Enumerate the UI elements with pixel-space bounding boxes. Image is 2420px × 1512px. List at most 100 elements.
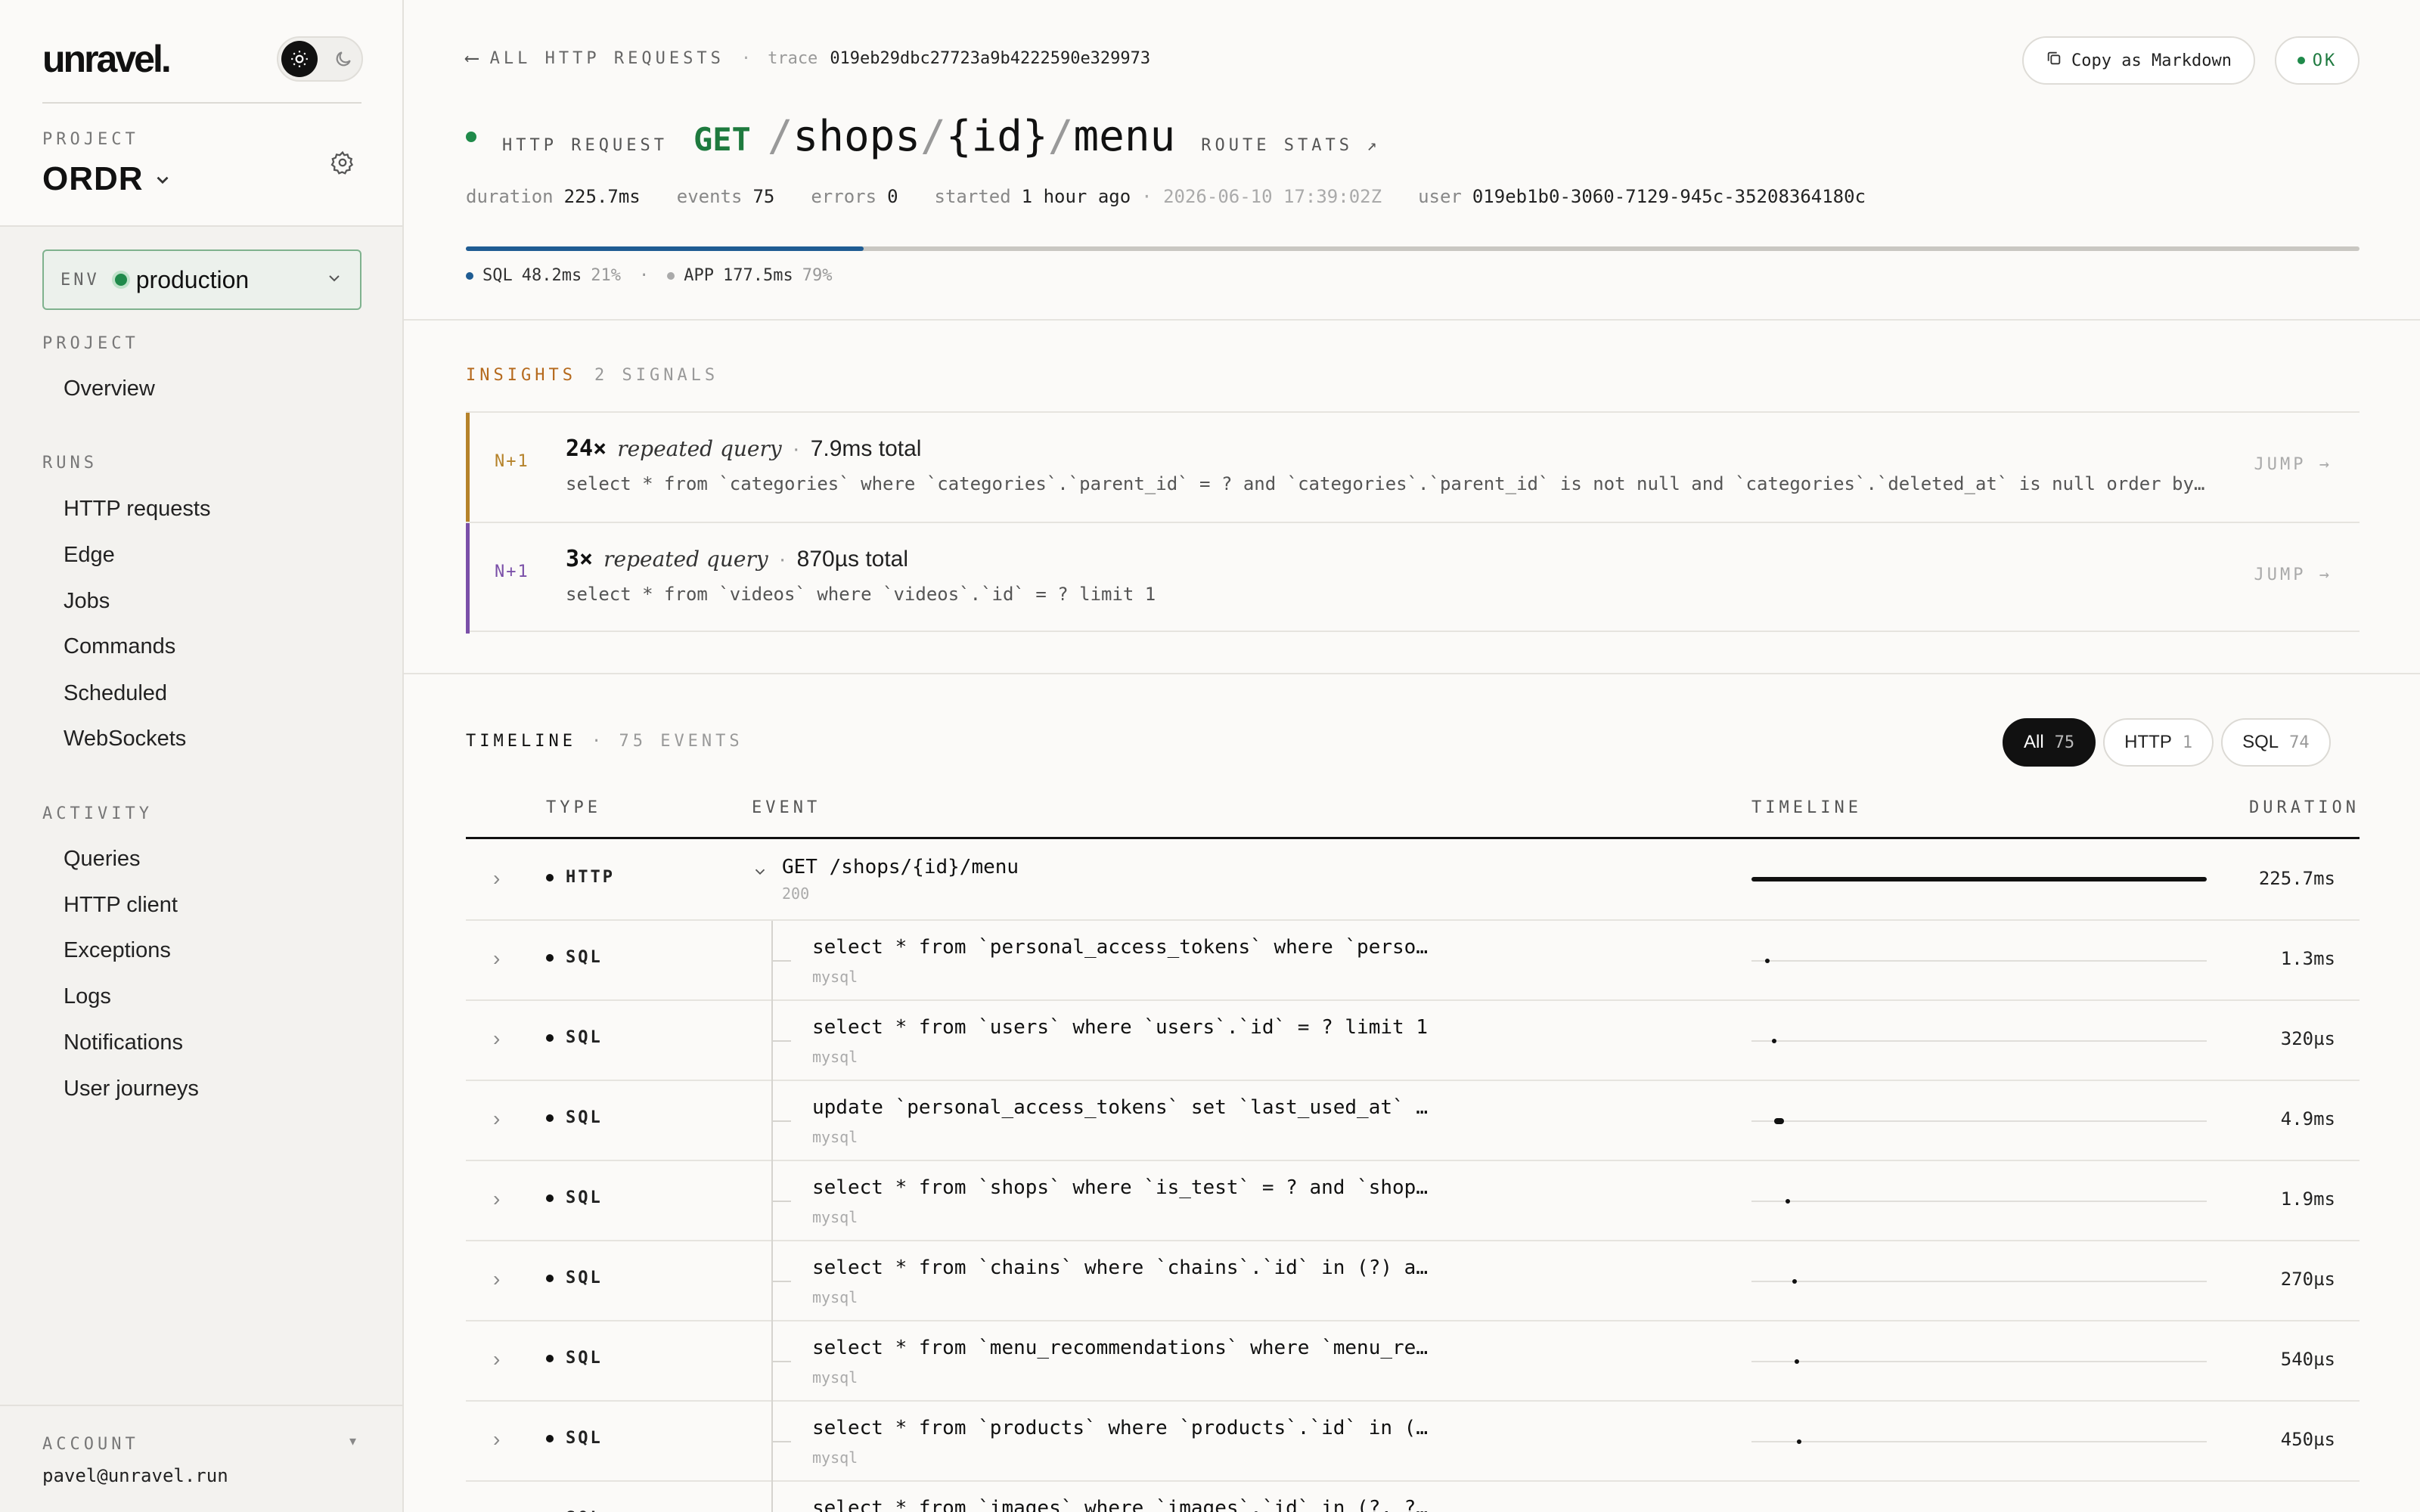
sidebar-item-commands[interactable]: Commands [64,634,175,659]
sidebar-item-user-journeys[interactable]: User journeys [64,1077,199,1101]
table-row[interactable]: › SQL select * from `users` where `users`.… [466,1001,2360,1081]
gear-icon[interactable] [330,150,357,177]
event-text: select * from `users` where `users`.`id`… [812,1016,1428,1039]
timeline-span [1751,877,2207,881]
insight-card[interactable]: N+1 3× repeated query · 870µs total sele… [466,522,2360,634]
trace-id[interactable]: 019eb29dbc27723a9b4222590e329973 [830,49,1150,68]
sidebar-item-notifications[interactable]: Notifications [64,1030,183,1055]
status-dot [2297,57,2305,64]
table-row[interactable]: › SQL select * from `shops` where `is_test… [466,1161,2360,1241]
sidebar-item-overview[interactable]: Overview [64,376,155,401]
timeline-track [1751,1120,2207,1122]
sidebar-item-websockets[interactable]: WebSockets [64,727,186,751]
section-label-runs: RUNS [42,454,98,472]
table-row[interactable]: › SQL select * from `chains` where `chains… [466,1241,2360,1321]
caret-down-icon: ▾ [349,1433,357,1448]
sun-icon[interactable] [281,41,318,77]
chevron-right-icon[interactable]: › [493,1187,500,1211]
event-type-label: SQL [566,1349,603,1368]
jump-link[interactable]: JUMP → [2254,455,2332,474]
type-dot [546,1434,554,1442]
chevron-down-icon[interactable] [752,863,768,884]
separator-dot: · [792,436,800,461]
insights-header: INSIGHTS 2 SIGNALS [466,366,718,385]
timeline-span [1774,1118,1785,1124]
event-subtext: mysql [812,968,858,986]
filter-count: 74 [2289,733,2310,752]
tree-connector [771,1361,791,1362]
app-duration: 177.5ms [722,266,793,285]
table-row[interactable]: › SQL update `personal_access_tokens` set … [466,1081,2360,1161]
separator-dot: · [638,266,650,285]
account-menu[interactable]: ACCOUNT ▾ pavel@unravel.run [0,1405,402,1512]
insight-card[interactable]: N+1 24× repeated query · 7.9ms total sel… [466,411,2360,523]
table-row[interactable]: › SQL select * from `products` where `prod… [466,1402,2360,1482]
chevron-right-icon[interactable]: › [493,1347,500,1371]
table-row[interactable]: › SQL select * from `images` where `images… [466,1482,2360,1512]
sidebar: unravel. PROJECT ORDR ENV production PRO… [0,0,404,1512]
meta-key: duration [466,186,554,207]
sidebar-item-queries[interactable]: Queries [64,847,141,872]
insight-summary: 24× repeated query · 7.9ms total [566,435,921,462]
sql-duration: 48.2ms [521,266,582,285]
sidebar-item-http-client[interactable]: HTTP client [64,893,178,918]
main-content: ⟵ ALL HTTP REQUESTS · trace 019eb29dbc27… [404,0,2420,1512]
copy-markdown-button[interactable]: Copy as Markdown [2022,36,2255,85]
event-type: SQL [546,1188,603,1207]
sidebar-item-exceptions[interactable]: Exceptions [64,938,171,963]
table-row[interactable]: › HTTP GET /shops/{id}/menu 200 225.7ms [466,841,2360,921]
sidebar-item-logs[interactable]: Logs [64,984,111,1009]
chevron-right-icon[interactable]: › [493,866,500,891]
back-link[interactable]: ALL HTTP REQUESTS [490,49,724,68]
filter-http[interactable]: HTTP 1 [2103,718,2214,767]
sidebar-item-http-requests[interactable]: HTTP requests [64,497,210,522]
sql-legend-dot [466,271,473,280]
tree-connector [771,1482,773,1512]
insight-query: select * from `categories` where `catego… [566,473,2214,494]
project-switcher[interactable]: ORDR [42,160,172,198]
chevron-right-icon[interactable]: › [493,1027,500,1051]
insight-kind: repeated query [617,436,782,461]
moon-icon[interactable] [325,41,361,77]
filter-label: SQL [2242,732,2279,752]
timeline-span [1765,959,1770,963]
theme-toggle[interactable] [277,36,363,82]
meta-key: user [1418,186,1462,207]
chevron-right-icon[interactable]: › [493,1267,500,1291]
app-logo[interactable]: unravel. [42,36,172,82]
chevron-right-icon[interactable]: › [493,1507,500,1512]
chevron-right-icon[interactable]: › [493,1427,500,1452]
filter-all[interactable]: All 75 [2003,718,2096,767]
app-label: APP [684,266,714,285]
sidebar-item-scheduled[interactable]: Scheduled [64,681,167,706]
filter-count: 1 [2182,733,2193,752]
sidebar-item-jobs[interactable]: Jobs [64,589,110,614]
sidebar-item-edge[interactable]: Edge [64,543,115,568]
filter-sql[interactable]: SQL 74 [2221,718,2331,767]
route-stats-link[interactable]: ROUTE STATS ↗ [1201,136,1380,155]
time-breakdown-legend: SQL 48.2ms 21% · APP 177.5ms 79% [466,266,832,285]
route-sep: / [767,112,793,161]
insight-count: 3× [566,546,594,572]
chevron-down-icon [325,269,343,291]
table-row[interactable]: › SQL select * from `personal_access_token… [466,921,2360,1001]
meta-user-id[interactable]: 019eb1b0-3060-7129-945c-35208364180c [1472,186,1866,207]
tree-connector [771,1441,791,1442]
chevron-right-icon[interactable]: › [493,947,500,971]
env-selector[interactable]: ENV production [42,249,361,310]
insight-accent [466,523,470,634]
jump-link[interactable]: JUMP → [2254,565,2332,584]
event-type-label: SQL [566,1269,603,1287]
chevron-right-icon[interactable]: › [493,1107,500,1131]
event-type: SQL [546,1429,603,1448]
trace-label: trace [768,48,818,68]
env-status-dot [114,274,127,286]
insight-count: 24× [566,435,607,462]
back-arrow-icon[interactable]: ⟵ [466,47,478,70]
timeline-span [1797,1439,1802,1444]
table-row[interactable]: › SQL select * from `menu_recommendations`… [466,1321,2360,1402]
timeline-span [1786,1199,1791,1204]
tree-connector [771,960,791,962]
event-duration: 540µs [2280,1349,2335,1370]
tree-connector [771,1040,791,1042]
